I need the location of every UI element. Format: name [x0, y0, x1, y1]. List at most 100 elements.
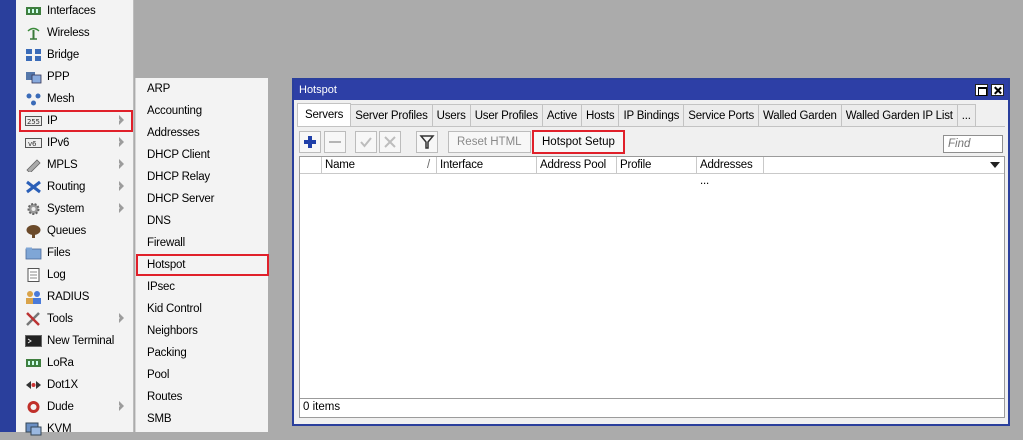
- submenu-item-dhcp-server[interactable]: DHCP Server: [136, 188, 269, 210]
- menu-item-bridge[interactable]: Bridge: [19, 44, 133, 66]
- menu-label: Dude: [47, 401, 74, 413]
- menu-label: Interfaces: [47, 5, 96, 17]
- menu-item-tools[interactable]: Tools: [19, 308, 133, 330]
- tab-server-profiles[interactable]: Server Profiles: [350, 104, 433, 126]
- find-input[interactable]: [943, 135, 1003, 153]
- menu-item-queues[interactable]: Queues: [19, 220, 133, 242]
- menu-label: LoRa: [47, 357, 74, 369]
- submenu-item-neighbors[interactable]: Neighbors: [136, 320, 269, 342]
- svg-text:v6: v6: [28, 140, 37, 148]
- menu-label: Bridge: [47, 49, 80, 61]
- tab-walled-garden[interactable]: Walled Garden: [758, 104, 842, 126]
- submenu-item-packing[interactable]: Packing: [136, 342, 269, 364]
- submenu-item-arp[interactable]: ARP: [136, 78, 269, 100]
- column-header-addresses[interactable]: Addresses ...: [697, 157, 764, 187]
- submenu-item-routes[interactable]: Routes: [136, 386, 269, 408]
- menu-item-radius[interactable]: RADIUS: [19, 286, 133, 308]
- plus-icon: [304, 136, 316, 148]
- add-button[interactable]: [299, 131, 321, 153]
- menu-item-dude[interactable]: Dude: [19, 396, 133, 418]
- submenu-item-addresses[interactable]: Addresses: [136, 122, 269, 144]
- reset-html-button[interactable]: Reset HTML: [448, 131, 531, 153]
- submenu-item-firewall[interactable]: Firewall: [136, 232, 269, 254]
- disable-button[interactable]: [379, 131, 401, 153]
- menu-item-dot1x[interactable]: Dot1X: [19, 374, 133, 396]
- menu-item-ppp[interactable]: PPP: [19, 66, 133, 88]
- column-header-profile[interactable]: Profile: [617, 157, 697, 174]
- mpls-icon: [25, 158, 42, 174]
- tab-walled-garden-ip-list[interactable]: Walled Garden IP List: [840, 104, 958, 126]
- wireless-icon: [25, 26, 42, 40]
- submenu-item-ipsec[interactable]: IPsec: [136, 276, 269, 298]
- column-header-filler: [764, 157, 1004, 174]
- maximize-icon[interactable]: [975, 84, 988, 96]
- menu-item-log[interactable]: Log: [19, 264, 133, 286]
- menu-item-ipv6[interactable]: v6 IPv6: [19, 132, 133, 154]
- menu-item-mpls[interactable]: MPLS: [19, 154, 133, 176]
- ppp-icon: [25, 70, 42, 84]
- column-header-address-pool[interactable]: Address Pool: [537, 157, 617, 174]
- filter-icon: [419, 135, 435, 149]
- menu-label: IP: [47, 115, 58, 127]
- submenu-item-smb[interactable]: SMB: [136, 408, 269, 430]
- interfaces-icon: [25, 4, 42, 18]
- menu-item-routing[interactable]: Routing: [19, 176, 133, 198]
- submenu-item-dns[interactable]: DNS: [136, 210, 269, 232]
- tab-servers[interactable]: Servers: [297, 103, 352, 126]
- close-icon[interactable]: [991, 84, 1004, 96]
- menu-item-lora[interactable]: LoRa: [19, 352, 133, 374]
- window-titlebar[interactable]: Hotspot: [294, 80, 1008, 100]
- servers-table: Name / Interface Address Pool Profile Ad…: [299, 156, 1005, 418]
- tab-users[interactable]: Users: [431, 104, 471, 126]
- remove-button[interactable]: [324, 131, 346, 153]
- menu-label: Queues: [47, 225, 87, 237]
- tab-user-profiles[interactable]: User Profiles: [469, 104, 543, 126]
- submenu-item-dhcp-client[interactable]: DHCP Client: [136, 144, 269, 166]
- submenu-item-accounting[interactable]: Accounting: [136, 100, 269, 122]
- tab-active[interactable]: Active: [541, 104, 583, 126]
- menu-label: KVM: [47, 423, 72, 435]
- menu-item-system[interactable]: System: [19, 198, 133, 220]
- column-header-interface[interactable]: Interface: [437, 157, 537, 174]
- window-title: Hotspot: [299, 84, 337, 96]
- dropdown-arrow-icon[interactable]: [990, 162, 1000, 168]
- menu-label: RADIUS: [47, 291, 90, 303]
- menu-label: Files: [47, 247, 71, 259]
- tab-hosts[interactable]: Hosts: [581, 104, 620, 126]
- chevron-right-icon: [117, 203, 124, 213]
- sort-icon: /: [427, 159, 430, 171]
- menu-item-new-terminal[interactable]: New Terminal: [19, 330, 133, 352]
- menu-item-mesh[interactable]: Mesh: [19, 88, 133, 110]
- routing-icon: [25, 180, 42, 194]
- hotspot-window: Hotspot Servers Server Profiles Users Us…: [292, 78, 1010, 426]
- tab-more[interactable]: ...: [956, 104, 976, 126]
- mesh-icon: [25, 92, 42, 106]
- menu-label: Mesh: [47, 93, 75, 105]
- menu-item-interfaces[interactable]: Interfaces: [19, 0, 133, 22]
- menu-item-kvm[interactable]: KVM: [19, 418, 133, 440]
- tools-icon: [25, 312, 42, 326]
- tab-service-ports[interactable]: Service Ports: [683, 104, 760, 126]
- menu-label: Log: [47, 269, 66, 281]
- submenu-item-dhcp-relay[interactable]: DHCP Relay: [136, 166, 269, 188]
- submenu-item-hotspot[interactable]: Hotspot: [136, 254, 269, 276]
- submenu-item-kid-control[interactable]: Kid Control: [136, 298, 269, 320]
- svg-text:255: 255: [27, 118, 40, 126]
- dot1x-icon: [25, 378, 42, 392]
- sidebar-strip: [0, 0, 16, 432]
- menu-item-wireless[interactable]: Wireless: [19, 22, 133, 44]
- submenu-item-pool[interactable]: Pool: [136, 364, 269, 386]
- tab-ip-bindings[interactable]: IP Bindings: [618, 104, 685, 126]
- log-icon: [25, 268, 42, 282]
- menu-item-files[interactable]: Files: [19, 242, 133, 264]
- menu-label: IPv6: [47, 137, 70, 149]
- menu-item-ip[interactable]: 255 IP: [19, 110, 133, 132]
- filter-button[interactable]: [416, 131, 438, 153]
- chevron-right-icon: [117, 181, 124, 191]
- hotspot-setup-button[interactable]: Hotspot Setup: [532, 130, 625, 154]
- column-header-name[interactable]: Name /: [322, 157, 437, 174]
- enable-button[interactable]: [355, 131, 377, 153]
- radius-icon: [25, 290, 42, 304]
- menu-label: Routing: [47, 181, 86, 193]
- menu-label: Wireless: [47, 27, 90, 39]
